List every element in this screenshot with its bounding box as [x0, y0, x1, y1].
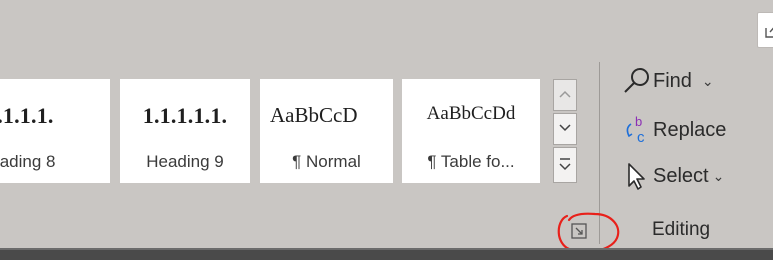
style-preview: AaBbCcDd	[426, 103, 516, 124]
gallery-scroll-up-button[interactable]	[553, 79, 577, 111]
document-area-edge	[0, 248, 773, 260]
chevron-down-icon: ⌄	[712, 167, 725, 184]
replace-label: Replace	[653, 118, 727, 141]
style-name: ¶ Table fo...	[427, 152, 515, 171]
share-button[interactable]	[757, 12, 773, 48]
style-heading-9[interactable]: 1.1.1.1.1. Heading 9	[120, 79, 250, 183]
style-normal[interactable]: AaBbCcD ¶ Normal	[260, 79, 393, 183]
style-preview: AaBbCcD	[270, 103, 358, 127]
magnifier-icon	[621, 65, 653, 97]
svg-text:b: b	[635, 114, 642, 129]
select-label: Select	[653, 164, 709, 187]
ribbon-home: 1.1.1.1. Heading 8 1.1.1.1.1. Heading 9 …	[0, 0, 773, 254]
gallery-scroll-down-button[interactable]	[553, 113, 577, 145]
style-table-fo[interactable]: AaBbCcDd ¶ Table fo...	[402, 79, 540, 183]
chevron-down-icon: ⌄	[701, 72, 714, 89]
find-label: Find	[653, 69, 692, 92]
divider	[0, 248, 773, 250]
svg-text:c: c	[637, 129, 645, 146]
replace-button[interactable]: b c Replace	[621, 113, 726, 147]
editing-group-label: Editing	[652, 219, 711, 240]
chevron-down-icon	[559, 124, 571, 132]
style-preview: 1.1.1.1.1.	[142, 103, 228, 128]
share-icon	[765, 27, 773, 38]
style-heading-8[interactable]: 1.1.1.1. Heading 8	[0, 79, 110, 183]
style-name: Heading 8	[0, 152, 56, 171]
chevron-up-icon	[559, 90, 571, 98]
style-name: Heading 9	[146, 152, 224, 171]
style-preview: 1.1.1.1.	[0, 103, 54, 128]
cursor-arrow-icon	[621, 160, 653, 192]
replace-icon: b c	[621, 114, 653, 146]
more-styles-icon	[559, 158, 571, 171]
style-name: ¶ Normal	[292, 152, 361, 171]
find-button[interactable]: Find ⌄	[621, 64, 714, 98]
select-button[interactable]: Select ⌄	[621, 159, 724, 193]
gallery-more-button[interactable]	[553, 147, 577, 183]
